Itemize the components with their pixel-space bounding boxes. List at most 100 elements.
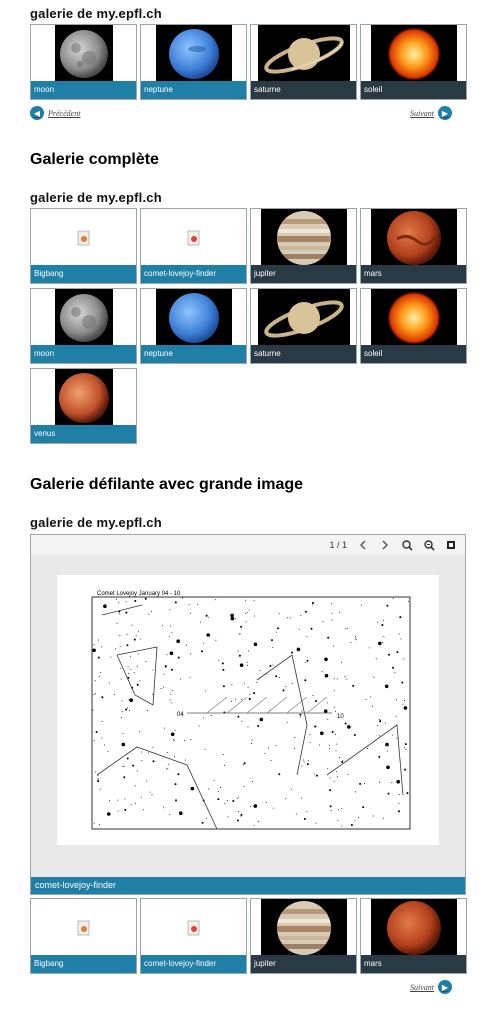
star: [234, 698, 236, 700]
marker-end: 10: [337, 714, 344, 720]
star: [151, 610, 152, 612]
image-viewer: 1 / 1 Comet Lovejoy January 04 - 10 04 1…: [30, 534, 466, 895]
star: [269, 664, 272, 667]
star: [253, 824, 255, 826]
moon-thumbnail: [31, 25, 136, 83]
gallery-item-soleil[interactable]: soleil: [360, 288, 467, 364]
star: [382, 619, 384, 621]
star: [293, 748, 295, 750]
star: [367, 748, 368, 749]
star: [107, 812, 111, 816]
star: [248, 609, 250, 611]
star: [169, 609, 171, 611]
star: [282, 689, 285, 692]
star: [286, 721, 288, 723]
star: [285, 798, 287, 800]
star: [250, 806, 252, 807]
star: [140, 796, 142, 798]
next-link[interactable]: Suivant ▶: [410, 106, 452, 120]
star: [95, 693, 96, 695]
zoom-in-icon[interactable]: [401, 539, 413, 551]
star: [142, 809, 144, 811]
gallery-grid: Bigbang comet-lovejoy-finder jupiter mar…: [30, 208, 467, 444]
star: [121, 700, 123, 702]
star: [231, 700, 233, 702]
star: [275, 675, 278, 678]
star: [134, 785, 136, 787]
gallery-item-comet[interactable]: comet-lovejoy-finder: [140, 898, 247, 974]
star: [253, 692, 256, 695]
star: [404, 768, 407, 771]
star: [315, 774, 318, 777]
star: [240, 698, 242, 700]
chevron-right-icon[interactable]: [379, 539, 391, 551]
previous-link[interactable]: ◀ Précédent: [30, 106, 80, 120]
star: [370, 696, 372, 698]
star: [151, 794, 153, 796]
chevron-left-icon[interactable]: [357, 539, 369, 551]
star: [295, 813, 297, 815]
star: [108, 682, 110, 684]
star: [327, 636, 330, 639]
star: [185, 644, 187, 646]
star: [123, 765, 125, 767]
zoom-out-icon[interactable]: [423, 539, 435, 551]
gallery-item-neptune[interactable]: neptune: [140, 24, 247, 100]
star: [315, 822, 317, 824]
star: [245, 612, 247, 614]
star: [201, 821, 204, 824]
star: [328, 744, 330, 746]
star: [169, 651, 174, 656]
gallery-heading: galerie de my.epfl.ch: [30, 190, 162, 205]
star: [378, 755, 381, 758]
fullscreen-icon[interactable]: [445, 539, 457, 551]
star: [125, 708, 128, 711]
gallery-item-mars[interactable]: mars: [360, 208, 467, 284]
star: [170, 625, 171, 627]
saturn-thumbnail: [251, 289, 356, 347]
star: [244, 599, 246, 601]
star: [242, 764, 244, 766]
star: [278, 773, 281, 776]
star: [203, 717, 205, 719]
gallery-item-saturne[interactable]: saturne: [250, 24, 357, 100]
star: [307, 760, 309, 762]
gallery-item-venus[interactable]: venus: [30, 368, 137, 444]
star: [355, 791, 356, 793]
star: [404, 743, 407, 746]
star: [129, 698, 133, 702]
star: [245, 621, 247, 623]
star: [173, 739, 175, 740]
star: [210, 715, 212, 716]
gallery-item-moon[interactable]: moon: [30, 288, 137, 364]
gallery-item-moon[interactable]: moon: [30, 24, 137, 100]
star: [347, 774, 349, 775]
star: [198, 725, 200, 727]
star: [333, 690, 335, 692]
star: [278, 613, 280, 615]
gallery-item-bigbang[interactable]: Bigbang: [30, 898, 137, 974]
star: [95, 731, 98, 733]
star: [100, 646, 102, 648]
gallery-item-jupiter[interactable]: jupiter: [250, 208, 357, 284]
star: [163, 687, 164, 689]
star: [361, 604, 362, 606]
gallery-item-comet[interactable]: comet-lovejoy-finder: [140, 208, 247, 284]
file-icon: [31, 209, 136, 267]
star: [341, 761, 344, 763]
gallery-item-bigbang[interactable]: Bigbang: [30, 208, 137, 284]
gallery-item-neptune[interactable]: neptune: [140, 288, 247, 364]
gallery-item-mars[interactable]: mars: [360, 898, 467, 974]
next-link[interactable]: Suivant ▶: [410, 980, 452, 994]
star: [179, 811, 183, 815]
item-caption: jupiter: [251, 265, 356, 283]
gallery-item-soleil[interactable]: soleil: [360, 24, 467, 100]
star: [337, 820, 339, 822]
venus-thumbnail: [31, 369, 136, 427]
star: [359, 782, 362, 785]
star: [315, 700, 318, 702]
gallery-item-jupiter[interactable]: jupiter: [250, 898, 357, 974]
star: [301, 765, 303, 767]
star: [108, 800, 110, 802]
gallery-item-saturne[interactable]: saturne: [250, 288, 357, 364]
